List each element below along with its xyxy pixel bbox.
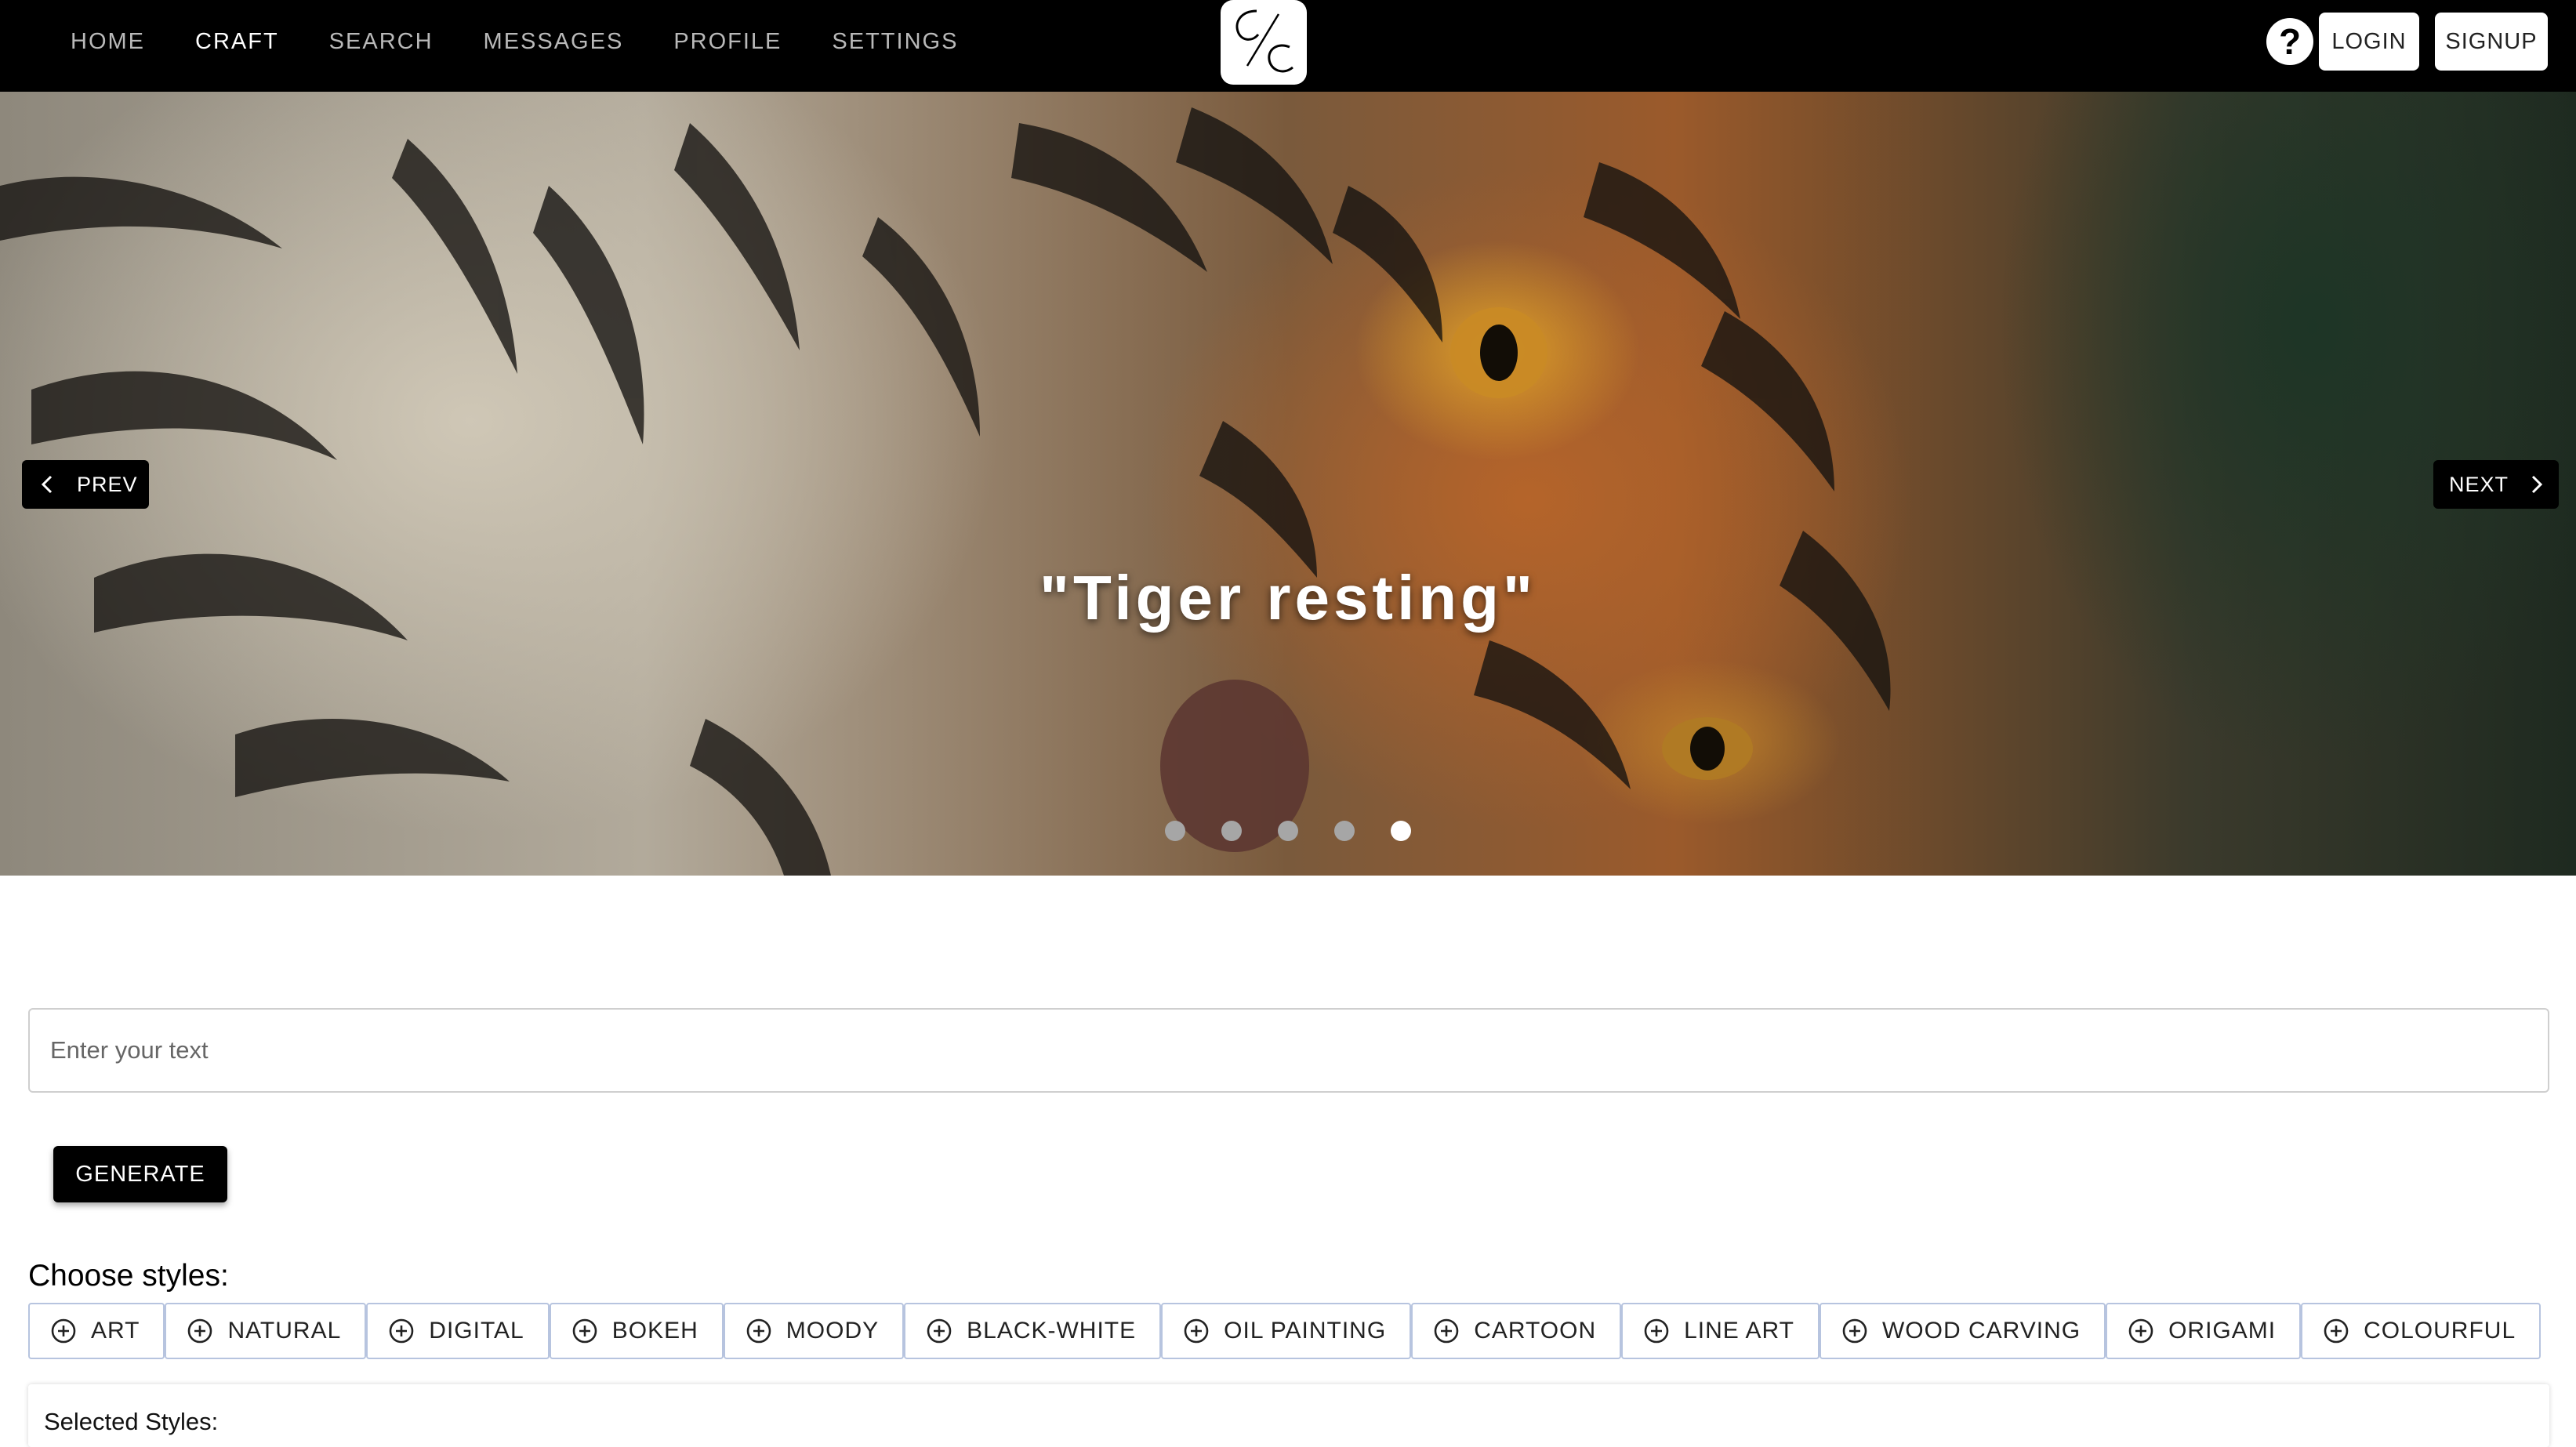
- help-icon[interactable]: ?: [2266, 18, 2313, 65]
- prev-button[interactable]: PREV: [22, 460, 149, 509]
- style-chip-origami[interactable]: ORIGAMI: [2106, 1303, 2302, 1359]
- styles-heading: Choose styles:: [28, 1259, 229, 1293]
- carousel-dot[interactable]: [1165, 821, 1185, 841]
- add-circle-icon: [746, 1318, 771, 1344]
- style-chip-label: CARTOON: [1474, 1318, 1597, 1344]
- style-chip-natural[interactable]: NATURAL: [165, 1303, 367, 1359]
- nav-links: HOME CRAFT SEARCH MESSAGES PROFILE SETTI…: [45, 0, 983, 84]
- style-chip-oil-painting[interactable]: OIL PAINTING: [1161, 1303, 1412, 1359]
- add-circle-icon: [1184, 1318, 1209, 1344]
- add-circle-icon: [51, 1318, 76, 1344]
- chevron-left-icon: [41, 475, 53, 494]
- style-chip-black-white[interactable]: BLACK-WHITE: [904, 1303, 1162, 1359]
- carousel-dot[interactable]: [1221, 821, 1242, 841]
- nav-home[interactable]: HOME: [45, 0, 170, 84]
- site-logo[interactable]: [1221, 0, 1307, 85]
- style-chip-label: MOODY: [785, 1318, 880, 1344]
- signup-button[interactable]: SIGNUP: [2435, 13, 2548, 71]
- nav-messages[interactable]: MESSAGES: [459, 0, 649, 84]
- add-circle-icon: [389, 1318, 414, 1344]
- selected-styles-label: Selected Styles:: [44, 1408, 219, 1435]
- carousel-dot[interactable]: [1278, 821, 1298, 841]
- add-circle-icon: [188, 1318, 212, 1344]
- style-chip-bokeh[interactable]: BOKEH: [549, 1303, 724, 1359]
- chevron-right-icon: [2531, 475, 2543, 494]
- hero-carousel: "Tiger resting" PREV NEXT: [0, 92, 2576, 876]
- style-chip-line-art[interactable]: LINE ART: [1621, 1303, 1820, 1359]
- carousel-dot-active[interactable]: [1391, 821, 1411, 841]
- login-button[interactable]: LOGIN: [2319, 13, 2419, 71]
- add-circle-icon: [1644, 1318, 1669, 1344]
- style-chip-label: LINE ART: [1684, 1318, 1794, 1344]
- carousel-caption: "Tiger resting": [1039, 563, 1537, 633]
- add-circle-icon: [1434, 1318, 1459, 1344]
- style-chip-wood-carving[interactable]: WOOD CARVING: [1819, 1303, 2106, 1359]
- style-chip-label: DIGITAL: [429, 1318, 524, 1344]
- tiger-image: [0, 107, 1891, 876]
- style-chips: ART NATURAL DIGITAL BOKEH MOODY BLACK-WH…: [28, 1303, 2542, 1359]
- prev-label: PREV: [77, 472, 138, 496]
- style-chip-label: ART: [91, 1318, 140, 1344]
- nav-search[interactable]: SEARCH: [304, 0, 459, 84]
- carousel-dot[interactable]: [1334, 821, 1355, 841]
- add-circle-icon: [2324, 1318, 2349, 1344]
- style-chip-digital[interactable]: DIGITAL: [366, 1303, 550, 1359]
- next-button[interactable]: NEXT: [2433, 460, 2559, 509]
- style-chip-label: BLACK-WHITE: [967, 1318, 1137, 1344]
- nav-settings[interactable]: SETTINGS: [807, 0, 983, 84]
- add-circle-icon: [1842, 1318, 1867, 1344]
- carousel-indicators: [1165, 821, 1447, 841]
- add-circle-icon: [927, 1318, 952, 1344]
- nav-profile[interactable]: PROFILE: [648, 0, 807, 84]
- style-chip-label: NATURAL: [227, 1318, 342, 1344]
- next-label: NEXT: [2449, 472, 2509, 496]
- style-chip-cartoon[interactable]: CARTOON: [1411, 1303, 1622, 1359]
- prompt-input[interactable]: [28, 1008, 2549, 1093]
- nav-craft[interactable]: CRAFT: [170, 0, 304, 84]
- style-chip-label: ORIGAMI: [2168, 1318, 2277, 1344]
- style-chip-colourful[interactable]: COLOURFUL: [2301, 1303, 2542, 1359]
- add-circle-icon: [2128, 1318, 2153, 1344]
- style-chip-label: WOOD CARVING: [1881, 1318, 2081, 1344]
- logo-mark-icon: [1235, 9, 1293, 73]
- top-nav: HOME CRAFT SEARCH MESSAGES PROFILE SETTI…: [0, 0, 2576, 92]
- style-chip-label: OIL PAINTING: [1224, 1318, 1387, 1344]
- style-chip-art[interactable]: ART: [28, 1303, 165, 1359]
- add-circle-icon: [572, 1318, 597, 1344]
- selected-styles-panel: Selected Styles:: [28, 1384, 2549, 1447]
- style-chip-label: BOKEH: [611, 1318, 698, 1344]
- style-chip-moody[interactable]: MOODY: [723, 1303, 905, 1359]
- generate-button[interactable]: GENERATE: [53, 1146, 227, 1202]
- style-chip-label: COLOURFUL: [2364, 1318, 2516, 1344]
